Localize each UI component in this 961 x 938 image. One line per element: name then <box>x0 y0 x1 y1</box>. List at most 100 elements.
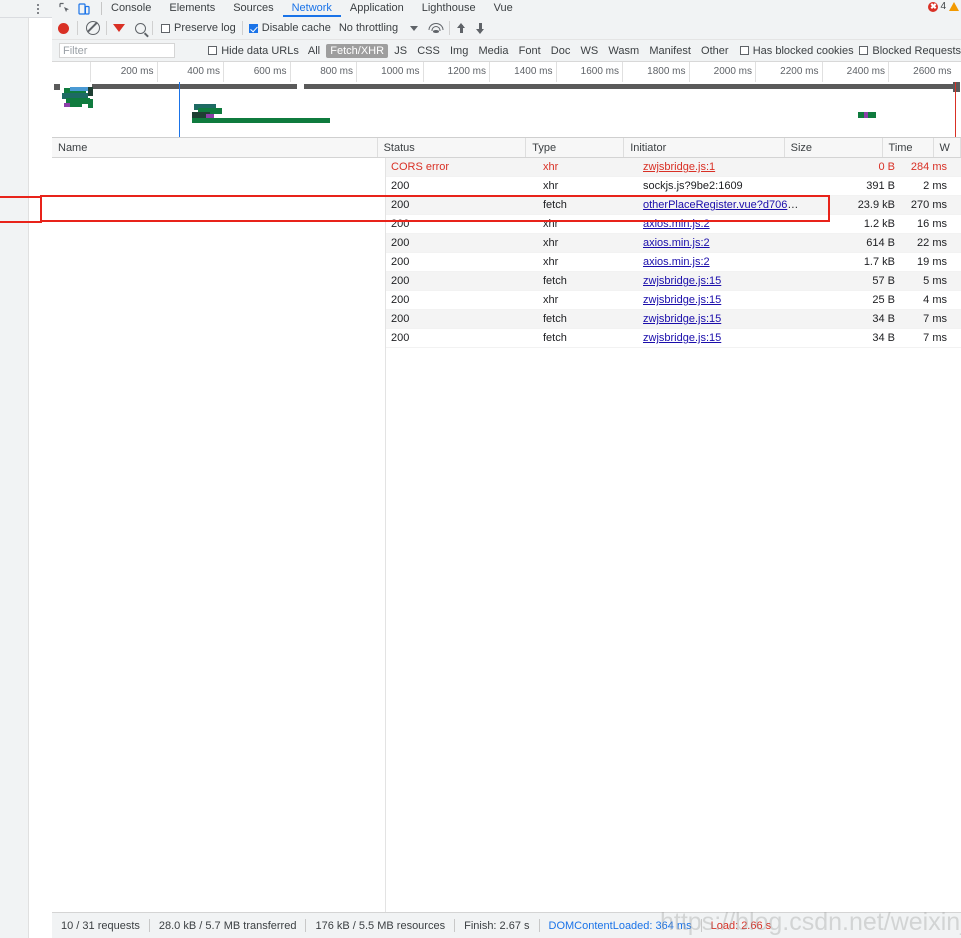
initiator-link[interactable]: sockjs.js?9be2:1609 <box>643 180 743 192</box>
column-header-name[interactable]: Name <box>52 138 378 157</box>
cell-initiator[interactable]: otherPlaceRegister.vue?d706:250 <box>637 199 801 211</box>
cell-name[interactable]: info?t=1627007182696 <box>52 179 385 193</box>
filter-chip-ws[interactable]: WS <box>577 44 603 58</box>
cell-name[interactable]: r.png?t=perf&times=1&page=192.168.1.122%… <box>52 331 385 345</box>
cell-initiator[interactable]: sockjs.js?9be2:1609 <box>637 180 801 192</box>
timeline-tick-label: 200 ms <box>120 66 154 77</box>
request-type-icon <box>58 331 69 345</box>
cell-name[interactable]: mgop?ak=94sdprt8%2B2001000801%2Bsxzaia&a… <box>52 160 385 174</box>
filter-chip-img[interactable]: Img <box>446 44 472 58</box>
table-row[interactable]: district?keywords=%E6%B5%99%E6%B1%9F%E7%… <box>52 196 961 215</box>
filter-chip-other[interactable]: Other <box>697 44 733 58</box>
initiator-link[interactable]: zwjsbridge.js:15 <box>643 332 721 344</box>
overview-request-bar <box>192 118 330 123</box>
table-body[interactable]: mgop?ak=94sdprt8%2B2001000801%2Bsxzaia&a… <box>52 158 961 348</box>
console-badges[interactable]: ✖ 4 <box>928 1 959 12</box>
column-header-size[interactable]: Size <box>785 138 883 157</box>
initiator-link[interactable]: zwjsbridge.js:1 <box>643 161 715 173</box>
filter-input[interactable]: Filter <box>59 43 176 58</box>
cell-status: 200 <box>391 237 410 249</box>
table-row[interactable]: info?t=1627007182696 200 xhr sockjs.js?9be2… <box>52 177 961 196</box>
filter-chip-fetch-xhr[interactable]: Fetch/XHR <box>326 43 389 58</box>
table-row[interactable]: getPage?keyWord=500113199709164819&size=… <box>52 253 961 272</box>
table-row[interactable]: r.png?t=perf&times=1&page=192.168.1.122%… <box>52 329 961 348</box>
cell-name[interactable]: getById?id=1 <box>52 236 385 250</box>
tab-lighthouse[interactable]: Lighthouse <box>413 0 485 17</box>
initiator-link[interactable]: axios.min.js:2 <box>643 237 710 249</box>
cell-name[interactable]: r.png?t=error&times=1&page=192.168.1.122… <box>52 293 385 307</box>
error-badge[interactable]: ✖ 4 <box>928 1 946 12</box>
record-button-icon[interactable] <box>58 22 69 34</box>
cell-initiator[interactable]: zwjsbridge.js:15 <box>637 313 801 325</box>
disable-cache-checkbox[interactable]: Disable cache <box>248 22 331 34</box>
hide-data-urls-checkbox[interactable]: Hide data URLs <box>208 45 299 57</box>
more-options-icon[interactable] <box>30 1 46 16</box>
filter-chip-js[interactable]: JS <box>390 44 411 58</box>
column-header-waterfall[interactable]: W <box>934 138 961 157</box>
filter-chip-font[interactable]: Font <box>515 44 545 58</box>
throttling-select[interactable]: No throttling <box>339 22 398 34</box>
table-row[interactable]: getPage?size=-1 200 xhr axios.min.js:2 1.2 k… <box>52 215 961 234</box>
preserve-log-checkbox[interactable]: Preserve log <box>161 22 236 34</box>
initiator-link[interactable]: zwjsbridge.js:15 <box>643 294 721 306</box>
filter-chip-all[interactable]: All <box>304 44 324 58</box>
tab-sources[interactable]: Sources <box>224 0 282 17</box>
tab-elements[interactable]: Elements <box>160 0 224 17</box>
request-name: getById?id=1 <box>74 237 139 249</box>
cell-name[interactable]: district?keywords=%E6%B5%99%E6%B1%9F%E7%… <box>52 198 385 212</box>
cell-name[interactable]: getPage?keyWord=500113199709164819&size=… <box>52 255 385 269</box>
table-row[interactable]: getById?id=1 200 xhr axios.min.js:2 614 B 22 … <box>52 234 961 253</box>
toolbar-divider <box>241 21 243 35</box>
initiator-link[interactable]: axios.min.js:2 <box>643 256 710 268</box>
filter-chip-manifest[interactable]: Manifest <box>645 44 695 58</box>
network-conditions-icon[interactable] <box>428 22 444 34</box>
column-header-initiator[interactable]: Initiator <box>624 138 785 157</box>
cell-initiator[interactable]: axios.min.js:2 <box>637 218 801 230</box>
filter-chip-doc[interactable]: Doc <box>547 44 575 58</box>
clear-icon[interactable] <box>86 21 100 35</box>
network-overview[interactable]: 200 ms 400 ms 600 ms 800 ms 1000 ms 1200 ms 14… <box>52 62 961 138</box>
cell-initiator[interactable]: zwjsbridge.js:15 <box>637 275 801 287</box>
device-toolbar-icon[interactable] <box>78 2 90 15</box>
search-icon[interactable] <box>135 22 146 34</box>
blocked-requests-checkbox[interactable]: Blocked Requests <box>859 45 961 57</box>
cell-time: 22 ms <box>917 237 947 249</box>
table-row[interactable]: r.png?t=pv&times=1&page=192.168.1.122%3A… <box>52 310 961 329</box>
initiator-link[interactable]: axios.min.js:2 <box>643 218 710 230</box>
initiator-link[interactable]: zwjsbridge.js:15 <box>643 313 721 325</box>
initiator-link[interactable]: otherPlaceRegister.vue?d706:250 <box>643 199 801 211</box>
cell-initiator[interactable]: zwjsbridge.js:15 <box>637 332 801 344</box>
network-request-table[interactable]: Name Status Type Initiator Size Time W m… <box>52 138 961 912</box>
inspect-element-icon[interactable] <box>58 2 71 15</box>
has-blocked-cookies-checkbox[interactable]: Has blocked cookies <box>739 45 854 57</box>
cell-initiator[interactable]: zwjsbridge.js:15 <box>637 294 801 306</box>
chevron-down-icon[interactable] <box>410 25 419 31</box>
cell-initiator[interactable]: axios.min.js:2 <box>637 256 801 268</box>
timeline-tick-label: 1600 ms <box>580 66 619 77</box>
tab-console[interactable]: Console <box>102 0 160 17</box>
timeline-tick-label: 600 ms <box>253 66 287 77</box>
filter-chip-wasm[interactable]: Wasm <box>604 44 643 58</box>
filter-chip-media[interactable]: Media <box>474 44 512 58</box>
column-header-status[interactable]: Status <box>378 138 527 157</box>
warning-icon[interactable] <box>949 2 959 11</box>
tab-application[interactable]: Application <box>341 0 413 17</box>
column-header-type[interactable]: Type <box>526 138 625 157</box>
filter-icon[interactable] <box>113 24 125 44</box>
request-name: mgop?ak=94sdprt8%2B2001000801%2Bsxzaia&a… <box>74 161 385 173</box>
cell-initiator[interactable]: zwjsbridge.js:1 <box>637 161 801 173</box>
tab-vue[interactable]: Vue <box>485 0 522 17</box>
cell-initiator[interactable]: axios.min.js:2 <box>637 237 801 249</box>
tab-network[interactable]: Network <box>282 0 341 17</box>
initiator-link[interactable]: zwjsbridge.js:15 <box>643 275 721 287</box>
table-row[interactable]: r.png?t=sum&times=1&page=192.168.1.122%3… <box>52 272 961 291</box>
column-header-time[interactable]: Time <box>883 138 934 157</box>
table-row[interactable]: mgop?ak=94sdprt8%2B2001000801%2Bsxzaia&a… <box>52 158 961 177</box>
table-row[interactable]: r.png?t=error&times=1&page=192.168.1.122… <box>52 291 961 310</box>
cell-name[interactable]: r.png?t=sum&times=1&page=192.168.1.122%3… <box>52 274 385 288</box>
filter-chip-css[interactable]: CSS <box>413 44 444 58</box>
import-har-icon[interactable] <box>456 22 467 34</box>
cell-name[interactable]: r.png?t=pv&times=1&page=192.168.1.122%3A… <box>52 312 385 326</box>
cell-name[interactable]: getPage?size=-1 <box>52 217 385 231</box>
export-har-icon[interactable] <box>475 22 486 34</box>
